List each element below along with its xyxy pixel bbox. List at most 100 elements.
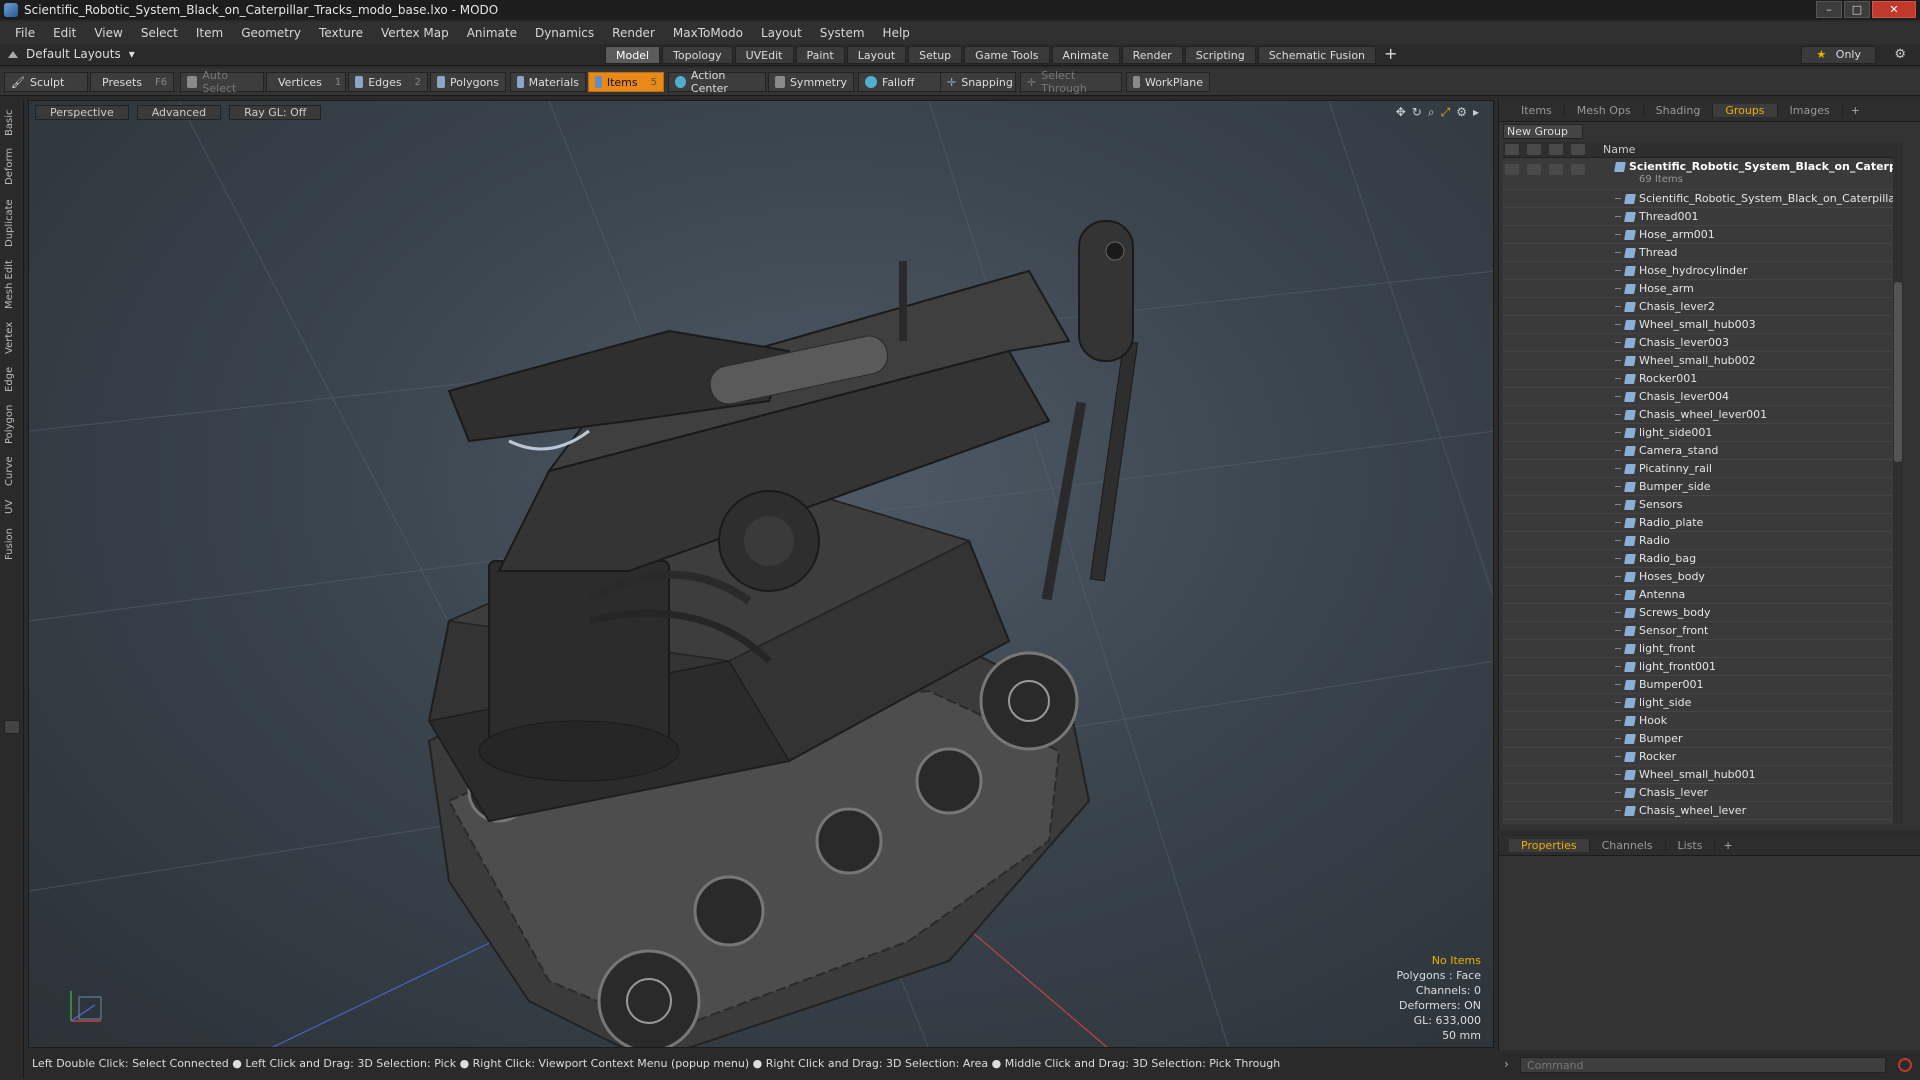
maximize-button[interactable]: □ xyxy=(1844,1,1870,18)
lock-column-icon[interactable] xyxy=(1549,144,1563,155)
list-item[interactable]: Hook xyxy=(1503,712,1903,730)
list-item[interactable]: Radio xyxy=(1503,532,1903,550)
menu-file[interactable]: File xyxy=(6,26,44,40)
list-item[interactable]: Chasis_lever003 xyxy=(1503,334,1903,352)
left-tab-basic[interactable]: Basic xyxy=(4,108,20,138)
list-item[interactable]: Bumper001 xyxy=(1503,676,1903,694)
list-item[interactable]: Rocker xyxy=(1503,748,1903,766)
snapping-button[interactable]: ✛ Snapping xyxy=(940,72,1016,92)
viewport-menu-arrow-icon[interactable]: ▸ xyxy=(1473,105,1479,120)
rotate-icon[interactable]: ↻ xyxy=(1412,105,1422,120)
scrollbar-thumb[interactable] xyxy=(1894,282,1902,462)
falloff-button[interactable]: Falloff xyxy=(858,72,944,92)
tab-model[interactable]: Model xyxy=(605,46,661,64)
minimize-button[interactable]: – xyxy=(1816,1,1842,18)
menu-help[interactable]: Help xyxy=(874,26,919,40)
left-tab-polygon[interactable]: Polygon xyxy=(4,402,20,446)
list-item[interactable]: Chasis_wheel_lever xyxy=(1503,802,1903,820)
tab-game-tools[interactable]: Game Tools xyxy=(964,46,1050,64)
pan-icon[interactable]: ✥ xyxy=(1396,105,1406,120)
advanced-button[interactable]: Advanced xyxy=(136,105,222,120)
select-column-icon[interactable] xyxy=(1571,144,1585,155)
list-item[interactable]: Thread001 xyxy=(1503,208,1903,226)
list-item[interactable]: Hose_arm xyxy=(1503,280,1903,298)
tab-lists[interactable]: Lists xyxy=(1666,839,1716,852)
tab-items[interactable]: Items xyxy=(1509,104,1565,117)
tab-uvedit[interactable]: UVEdit xyxy=(734,46,794,64)
list-item[interactable]: Bumper_side xyxy=(1503,478,1903,496)
menu-layout[interactable]: Layout xyxy=(752,26,811,40)
left-tab-edge[interactable]: Edge xyxy=(4,364,20,394)
group-row[interactable]: Scientific_Robotic_System_Black_on_Cater… xyxy=(1503,158,1903,190)
tab-channels[interactable]: Channels xyxy=(1590,839,1666,852)
new-group-button[interactable]: New Group xyxy=(1503,124,1583,139)
raygl-button[interactable]: Ray GL: Off xyxy=(229,105,322,120)
list-item[interactable]: Radio_bag xyxy=(1503,550,1903,568)
list-item[interactable]: Scientific_Robotic_System_Black_on_Cater… xyxy=(1503,190,1903,208)
tab-paint[interactable]: Paint xyxy=(795,46,845,64)
tab-scripting[interactable]: Scripting xyxy=(1184,46,1256,64)
list-item[interactable]: light_side xyxy=(1503,694,1903,712)
left-tab-fusion[interactable]: Fusion xyxy=(4,526,20,562)
menu-maxtomodo[interactable]: MaxToModo xyxy=(664,26,752,40)
tab-schematic-fusion[interactable]: Schematic Fusion xyxy=(1257,46,1377,64)
maximize-viewport-icon[interactable]: ⤢ xyxy=(1441,105,1451,120)
gear-icon[interactable]: ⚙ xyxy=(1894,47,1906,62)
visibility-column-icon[interactable] xyxy=(1505,144,1519,155)
list-item[interactable]: Hoses_body xyxy=(1503,568,1903,586)
eye-icon[interactable] xyxy=(1505,164,1519,175)
auto-select-button[interactable]: Auto Select xyxy=(180,69,264,95)
tab-images[interactable]: Images xyxy=(1778,104,1843,117)
action-center-button[interactable]: Action Center xyxy=(668,69,766,95)
render-column-icon[interactable] xyxy=(1527,144,1541,155)
left-panel-toggle[interactable] xyxy=(4,720,20,734)
list-item[interactable]: Hose_arm001 xyxy=(1503,226,1903,244)
left-tab-mesh-edit[interactable]: Mesh Edit xyxy=(4,258,20,312)
add-tab-button[interactable]: + xyxy=(1378,46,1403,64)
sculpt-button[interactable]: 🖌 Sculpt xyxy=(4,72,88,92)
command-input[interactable] xyxy=(1520,1057,1886,1073)
vertices-button[interactable]: Vertices 1 xyxy=(266,72,346,92)
left-tab-curve[interactable]: Curve xyxy=(4,454,20,488)
tab-topology[interactable]: Topology xyxy=(662,46,733,64)
tab-groups[interactable]: Groups xyxy=(1713,104,1778,117)
list-item[interactable]: Picatinny_rail xyxy=(1503,460,1903,478)
list-item[interactable]: Rocker001 xyxy=(1503,370,1903,388)
tab-render[interactable]: Render xyxy=(1121,46,1183,64)
menu-select[interactable]: Select xyxy=(132,26,187,40)
tab-animate[interactable]: Animate xyxy=(1051,46,1120,64)
tab-setup[interactable]: Setup xyxy=(908,46,963,64)
tab-mesh-ops[interactable]: Mesh Ops xyxy=(1565,104,1644,117)
robot-model-render[interactable] xyxy=(29,101,1494,1048)
viewport-gear-icon[interactable]: ⚙ xyxy=(1456,105,1467,120)
perspective-button[interactable]: Perspective xyxy=(35,105,129,120)
menu-vertex-map[interactable]: Vertex Map xyxy=(372,26,458,40)
list-item[interactable]: Chasis_wheel_lever001 xyxy=(1503,406,1903,424)
close-button[interactable]: ✕ xyxy=(1872,1,1916,18)
list-item[interactable]: Bumper xyxy=(1503,730,1903,748)
left-tab-deform[interactable]: Deform xyxy=(4,146,20,186)
menu-view[interactable]: View xyxy=(85,26,131,40)
left-tab-uv[interactable]: UV xyxy=(4,496,20,518)
menu-animate[interactable]: Animate xyxy=(458,26,526,40)
tab-shading[interactable]: Shading xyxy=(1644,104,1714,117)
3d-viewport[interactable]: Perspective Advanced Ray GL: Off ✥ ↻ ⌕ ⤢… xyxy=(28,100,1494,1048)
edges-button[interactable]: Edges 2 xyxy=(348,72,428,92)
list-item[interactable]: Chasis_lever004 xyxy=(1503,388,1903,406)
add-properties-tab-button[interactable]: + xyxy=(1715,839,1740,852)
groups-tree[interactable]: Name Scientific_Robotic_System_Black_on_… xyxy=(1503,142,1903,824)
list-item[interactable]: Sensors xyxy=(1503,496,1903,514)
list-item[interactable]: Thread xyxy=(1503,244,1903,262)
list-item[interactable]: Wheel_small_hub001 xyxy=(1503,766,1903,784)
presets-button[interactable]: Presets F6 xyxy=(90,72,174,92)
list-item[interactable]: Chasis_lever xyxy=(1503,784,1903,802)
menu-dynamics[interactable]: Dynamics xyxy=(526,26,603,40)
menu-render[interactable]: Render xyxy=(603,26,664,40)
tab-layout[interactable]: Layout xyxy=(846,46,907,64)
list-item[interactable]: Wheel_small_hub002 xyxy=(1503,352,1903,370)
layout-dropdown[interactable]: Default Layouts ▾ xyxy=(8,47,135,61)
menu-item[interactable]: Item xyxy=(187,26,232,40)
list-item[interactable]: Antenna xyxy=(1503,586,1903,604)
zoom-icon[interactable]: ⌕ xyxy=(1428,105,1435,120)
list-item[interactable]: Sensor_front xyxy=(1503,622,1903,640)
